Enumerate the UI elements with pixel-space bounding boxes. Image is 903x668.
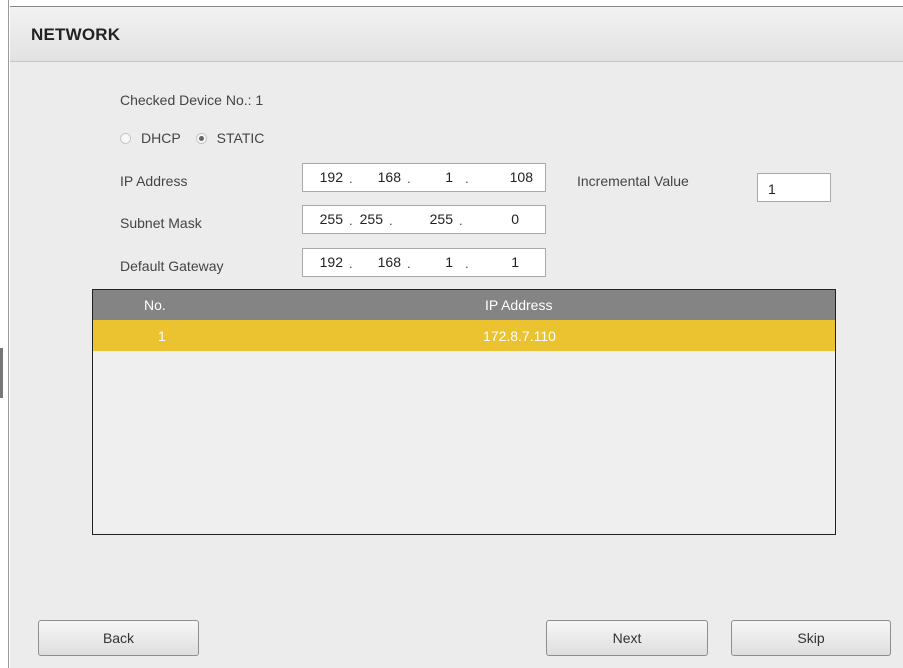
subnet-mask-field[interactable]: 255 . 255 . 255 . 0 — [302, 205, 546, 234]
default-gateway-label: Default Gateway — [120, 258, 224, 274]
checked-device-label: Checked Device No.: 1 — [120, 92, 263, 108]
back-button[interactable]: Back — [38, 620, 199, 656]
dialog-title-bar: NETWORK — [10, 7, 903, 62]
incremental-value-input[interactable]: 1 — [757, 173, 831, 202]
dhcp-label[interactable]: DHCP — [141, 130, 181, 146]
mode-radio-group: DHCP STATIC — [120, 128, 279, 148]
column-header-ip-address[interactable]: IP Address — [485, 297, 552, 313]
ip-octet-2[interactable]: 168 — [329, 169, 401, 185]
checked-device-text: Checked Device No.: — [120, 92, 252, 108]
network-dialog: NETWORK Checked Device No.: 1 DHCP STATI… — [10, 6, 903, 668]
subnet-octet-4[interactable]: 0 — [483, 211, 519, 227]
checked-device-value: 1 — [255, 92, 264, 108]
subnet-dot: . — [459, 213, 463, 228]
subnet-dot: . — [389, 213, 393, 228]
skip-button[interactable]: Skip — [731, 620, 891, 656]
dialog-title: NETWORK — [31, 25, 121, 44]
column-header-no[interactable]: No. — [144, 297, 166, 313]
table-row[interactable]: 1 172.8.7.110 — [93, 320, 835, 351]
background-window-mark — [0, 348, 3, 398]
ip-octet-3[interactable]: 1 — [401, 169, 453, 185]
background-window-edge — [0, 0, 9, 668]
gateway-octet-4[interactable]: 1 — [483, 254, 519, 270]
ip-address-label: IP Address — [120, 173, 188, 189]
gateway-octet-2[interactable]: 168 — [329, 254, 401, 270]
default-gateway-field[interactable]: 192 . 168 . 1 . 1 — [302, 248, 546, 277]
dhcp-radio[interactable] — [120, 132, 131, 144]
subnet-mask-label: Subnet Mask — [120, 215, 202, 231]
next-button[interactable]: Next — [546, 620, 708, 656]
incremental-value-label: Incremental Value — [577, 173, 689, 189]
device-ip-table: No. IP Address 1 172.8.7.110 — [92, 289, 836, 535]
subnet-octet-3[interactable]: 255 — [401, 211, 453, 227]
ip-octet-4[interactable]: 108 — [483, 169, 533, 185]
table-header: No. IP Address — [93, 290, 835, 320]
row-ip-address: 172.8.7.110 — [483, 328, 556, 344]
row-no: 1 — [158, 328, 166, 344]
static-label[interactable]: STATIC — [217, 130, 265, 146]
subnet-octet-2[interactable]: 255 — [329, 211, 383, 227]
ip-dot: . — [465, 171, 469, 186]
gateway-octet-3[interactable]: 1 — [401, 254, 453, 270]
gateway-dot: . — [465, 256, 469, 271]
static-radio[interactable] — [195, 132, 207, 144]
ip-address-field[interactable]: 192 . 168 . 1 . 108 — [302, 163, 546, 192]
